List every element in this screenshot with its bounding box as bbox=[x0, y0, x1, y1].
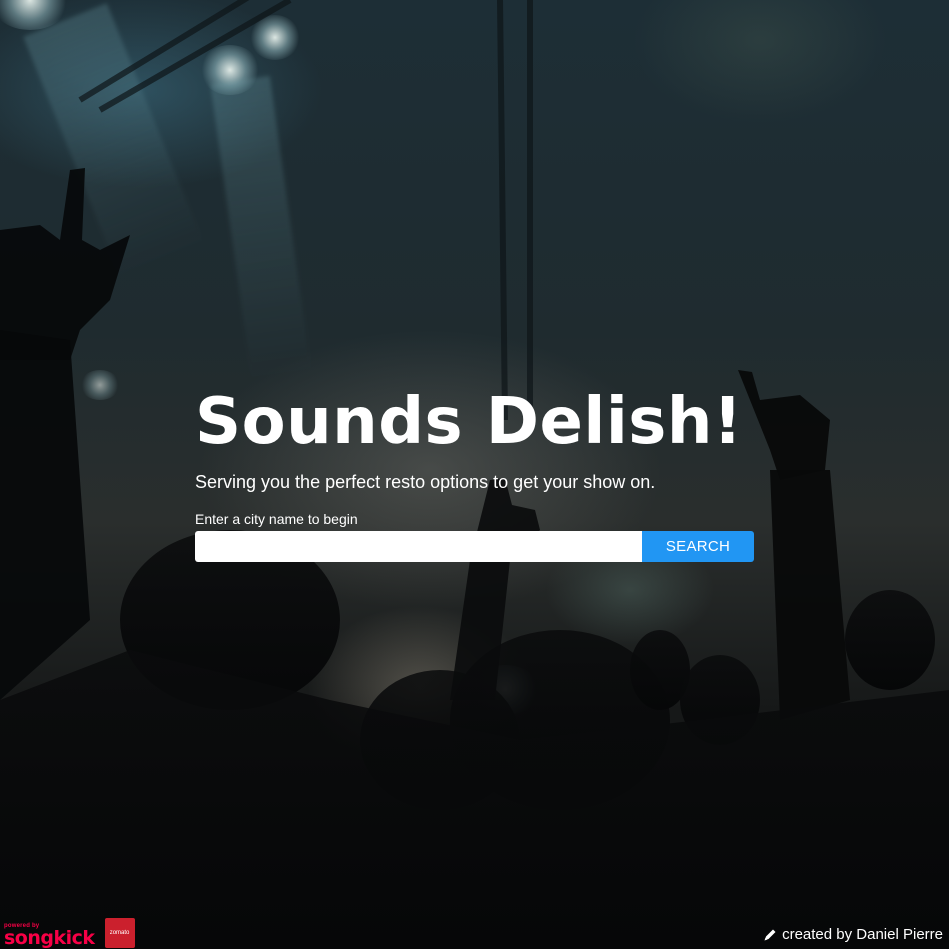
search-form: SEARCH bbox=[195, 531, 754, 562]
songkick-wordmark: songkick bbox=[4, 927, 95, 949]
page-title: Sounds Delish! bbox=[195, 385, 743, 459]
songkick-logo[interactable]: powered by songkick bbox=[4, 923, 95, 948]
landing-page: Sounds Delish! Serving you the perfect r… bbox=[0, 0, 949, 949]
search-prompt-label: Enter a city name to begin bbox=[195, 511, 358, 527]
partner-logos: powered by songkick zomato bbox=[4, 918, 135, 948]
credit-text: created by Daniel Pierre bbox=[782, 926, 943, 943]
author-credit[interactable]: created by Daniel Pierre bbox=[763, 926, 943, 944]
page-subtitle: Serving you the perfect resto options to… bbox=[195, 472, 656, 492]
hero-section: Sounds Delish! Serving you the perfect r… bbox=[195, 382, 755, 562]
pencil-icon bbox=[764, 929, 776, 941]
zomato-logo[interactable]: zomato bbox=[104, 918, 135, 948]
city-search-input[interactable] bbox=[195, 531, 642, 562]
search-button[interactable]: SEARCH bbox=[642, 531, 754, 562]
